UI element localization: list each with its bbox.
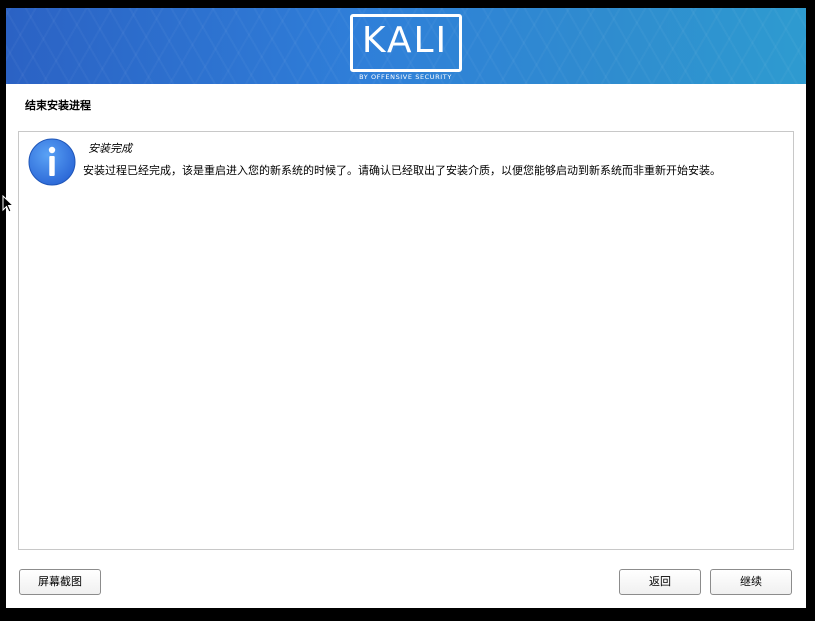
logo-text: KALI (361, 20, 449, 61)
kali-banner: KALI BY OFFENSIVE SECURITY (6, 8, 806, 84)
logo-subtitle: BY OFFENSIVE SECURITY (359, 73, 452, 81)
kali-logo: KALI BY OFFENSIVE SECURITY (349, 13, 462, 83)
content-panel: 安装完成 安装过程已经完成，该是重启进入您的新系统的时候了。请确认已经取出了安装… (18, 131, 794, 550)
screenshot-button[interactable]: 屏幕截图 (19, 569, 101, 595)
message-title: 安装完成 (88, 142, 132, 155)
info-icon (28, 138, 76, 186)
message-body: 安装过程已经完成，该是重启进入您的新系统的时候了。请确认已经取出了安装介质，以便… (83, 164, 721, 177)
mouse-pointer-icon (2, 195, 14, 213)
back-button[interactable]: 返回 (619, 569, 701, 595)
page-title: 结束安装进程 (25, 99, 91, 112)
continue-button[interactable]: 继续 (710, 569, 792, 595)
installer-window: KALI BY OFFENSIVE SECURITY 结束安装进程 安装完成 安… (6, 8, 806, 608)
